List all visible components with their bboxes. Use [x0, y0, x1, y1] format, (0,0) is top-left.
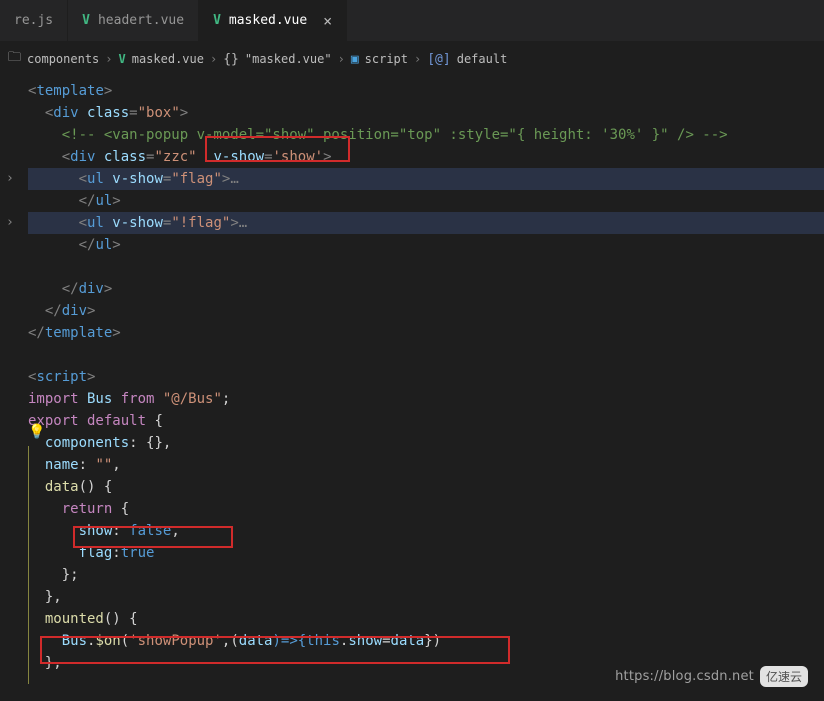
- code-line: </template>: [28, 322, 824, 344]
- code-line: [28, 256, 824, 278]
- code-editor[interactable]: <template> <div class="box"> <!-- <van-p…: [0, 76, 824, 694]
- chevron-right-icon: ›: [210, 52, 217, 66]
- tab-label: masked.vue: [229, 13, 307, 28]
- breadcrumb-seg[interactable]: components: [27, 52, 99, 66]
- code-line: name: "",: [28, 454, 824, 476]
- chevron-right-icon: ›: [105, 52, 112, 66]
- code-line: },: [28, 652, 824, 674]
- tab-rejs[interactable]: re.js: [0, 0, 68, 41]
- folder-icon: 🗀: [8, 48, 21, 70]
- code-line: components: {},: [28, 432, 824, 454]
- tab-label: headert.vue: [98, 13, 184, 28]
- breadcrumb-seg[interactable]: "masked.vue": [245, 52, 332, 66]
- vue-icon: V: [119, 52, 126, 66]
- code-line: Bus.$on('showPopup',(data)=>{this.show=d…: [28, 630, 824, 652]
- code-line: <ul v-show="!flag">…: [28, 212, 824, 234]
- code-line: show: false,: [28, 520, 824, 542]
- lightbulb-icon[interactable]: 💡: [28, 421, 45, 443]
- code-line: </ul>: [28, 234, 824, 256]
- fold-toggle[interactable]: ›: [6, 168, 14, 190]
- brace-icon: {}: [223, 52, 239, 67]
- fold-toggle[interactable]: ›: [6, 212, 14, 234]
- breadcrumb: 🗀 components › V masked.vue › {} "masked…: [0, 42, 824, 76]
- tab-label: re.js: [14, 13, 53, 28]
- vue-icon: V: [82, 13, 90, 28]
- cube-icon: ▣: [351, 52, 359, 67]
- code-line: import Bus from "@/Bus";: [28, 388, 824, 410]
- code-line: return {: [28, 498, 824, 520]
- code-line: </div>: [28, 278, 824, 300]
- code-line: <!-- <van-popup v-model="show" position=…: [28, 124, 824, 146]
- code-line: };: [28, 564, 824, 586]
- bracket-icon: [@]: [427, 52, 450, 67]
- code-line: </div>: [28, 300, 824, 322]
- tab-masked[interactable]: V masked.vue ×: [199, 0, 347, 41]
- close-icon[interactable]: ×: [323, 12, 332, 30]
- chevron-right-icon: ›: [338, 52, 345, 66]
- code-line: <script>: [28, 366, 824, 388]
- code-line: export default {: [28, 410, 824, 432]
- code-line: <div class="box">: [28, 102, 824, 124]
- breadcrumb-seg[interactable]: script: [365, 52, 408, 66]
- code-line: <div class="zzc" v-show='show'>: [28, 146, 824, 168]
- code-line: mounted() {: [28, 608, 824, 630]
- code-line: data() {: [28, 476, 824, 498]
- editor-tabs: re.js V headert.vue V masked.vue ×: [0, 0, 824, 42]
- code-line: <ul v-show="flag">…: [28, 168, 824, 190]
- code-line: [28, 344, 824, 366]
- code-line: <template>: [28, 80, 824, 102]
- chevron-right-icon: ›: [414, 52, 421, 66]
- breadcrumb-seg[interactable]: masked.vue: [132, 52, 204, 66]
- code-line: flag:true: [28, 542, 824, 564]
- code-line: </ul>: [28, 190, 824, 212]
- breadcrumb-seg[interactable]: default: [457, 52, 508, 66]
- code-line: },: [28, 586, 824, 608]
- vue-icon: V: [213, 13, 221, 28]
- tab-headert[interactable]: V headert.vue: [68, 0, 199, 41]
